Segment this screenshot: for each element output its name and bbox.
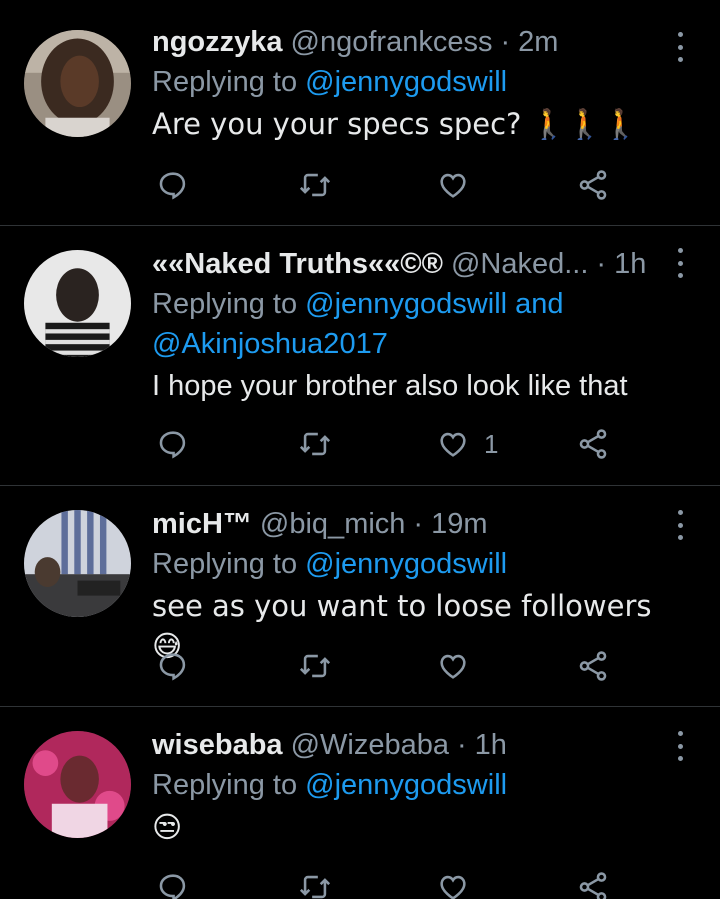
retweet-button[interactable] [298,870,332,899]
like-button[interactable]: 1 [436,427,498,461]
tweet-text: I hope your brother also look like that [152,370,628,402]
tweet-actions [152,867,720,899]
tweet-header: ngozzyka @ngofrankcess · 2m [152,22,660,62]
share-button[interactable] [576,168,610,202]
tweet-header: wisebaba @Wizebaba · 1h [152,725,660,765]
share-button[interactable] [576,649,610,683]
replying-to: Replying to @jennygodswill [152,544,660,584]
avatar[interactable] [24,30,131,137]
retweet-button[interactable] [298,649,332,683]
more-vertical-icon[interactable] [674,731,686,761]
avatar[interactable] [24,731,131,838]
replying-to: Replying to @jennygodswill [152,765,660,805]
replying-to: Replying to @jennygodswill [152,62,660,102]
timestamp[interactable]: · 19m [413,504,487,544]
reply-button[interactable] [156,870,190,899]
reply-button[interactable] [156,649,190,683]
reply-icon [159,172,186,200]
replying-to: Replying to @jennygodswill and [152,284,660,324]
tweet[interactable]: micH™ @biq_mich · 19m Replying to @jenny… [0,486,720,707]
display-name[interactable]: ««Naked Truths««©® [152,244,443,284]
replying-to-continued: @Akinjoshua2017 [152,324,660,364]
share-icon [579,170,607,200]
tweet-header: micH™ @biq_mich · 19m [152,504,660,544]
tweet-header: ««Naked Truths««©® @Naked... · 1h [152,244,660,284]
share-icon [579,651,607,681]
replying-prefix: Replying to [152,66,298,98]
like-button[interactable] [436,168,470,202]
like-count: 1 [484,428,499,459]
like-button[interactable] [436,870,470,899]
display-name[interactable]: ngozzyka [152,22,283,62]
tweet[interactable]: wisebaba @Wizebaba · 1h Replying to @jen… [0,707,720,899]
tweet-actions: 1 [152,424,720,464]
mention-link[interactable]: @jennygodswill and [305,288,563,320]
heart-icon [440,432,466,457]
tweet-actions [152,165,720,205]
avatar[interactable] [24,250,131,357]
replying-prefix: Replying to [152,548,298,580]
display-name[interactable]: wisebaba [152,725,283,765]
timestamp[interactable]: · 2m [500,22,558,62]
mention-link[interactable]: @jennygodswill [305,769,507,801]
heart-icon [440,654,466,679]
share-button[interactable] [576,870,610,899]
more-vertical-icon[interactable] [674,248,686,278]
display-name[interactable]: micH™ [152,504,252,544]
handle[interactable]: @ngofrankcess [291,22,493,62]
retweet-icon [299,432,331,456]
replying-prefix: Replying to [152,288,298,320]
retweet-button[interactable] [298,168,332,202]
more-vertical-icon[interactable] [674,32,686,62]
avatar[interactable] [24,510,131,617]
handle[interactable]: @Naked... [451,244,588,284]
handle[interactable]: @biq_mich [260,504,406,544]
retweet-button[interactable] [298,427,332,461]
mention-link[interactable]: @Akinjoshua2017 [152,328,388,360]
tweet-actions [152,646,720,686]
handle[interactable]: @Wizebaba [291,725,449,765]
timestamp[interactable]: · 1h [457,725,507,765]
reply-feed: ngozzyka @ngofrankcess · 2m Replying to … [0,0,720,899]
timestamp[interactable]: · 1h [596,244,646,284]
like-button[interactable] [436,649,470,683]
tweet[interactable]: ««Naked Truths««©® @Naked... · 1h Replyi… [0,226,720,486]
tweet-text: 😒 [152,810,183,844]
tweet[interactable]: ngozzyka @ngofrankcess · 2m Replying to … [0,0,720,226]
heart-icon [440,875,466,899]
heart-icon [440,173,466,198]
retweet-icon [299,654,331,678]
retweet-icon [299,875,331,899]
reply-button[interactable] [156,168,190,202]
reply-button[interactable] [156,427,190,461]
reply-icon [159,653,186,681]
share-icon [579,429,607,459]
mention-link[interactable]: @jennygodswill [305,66,507,98]
more-vertical-icon[interactable] [674,510,686,540]
reply-icon [159,874,186,899]
replying-prefix: Replying to [152,769,298,801]
reply-icon [159,431,186,459]
retweet-icon [299,173,331,197]
share-icon [579,872,607,899]
tweet-text: Are you your specs spec? 🚶🚶🚶 [152,107,639,141]
mention-link[interactable]: @jennygodswill [305,548,507,580]
share-button[interactable] [576,427,610,461]
